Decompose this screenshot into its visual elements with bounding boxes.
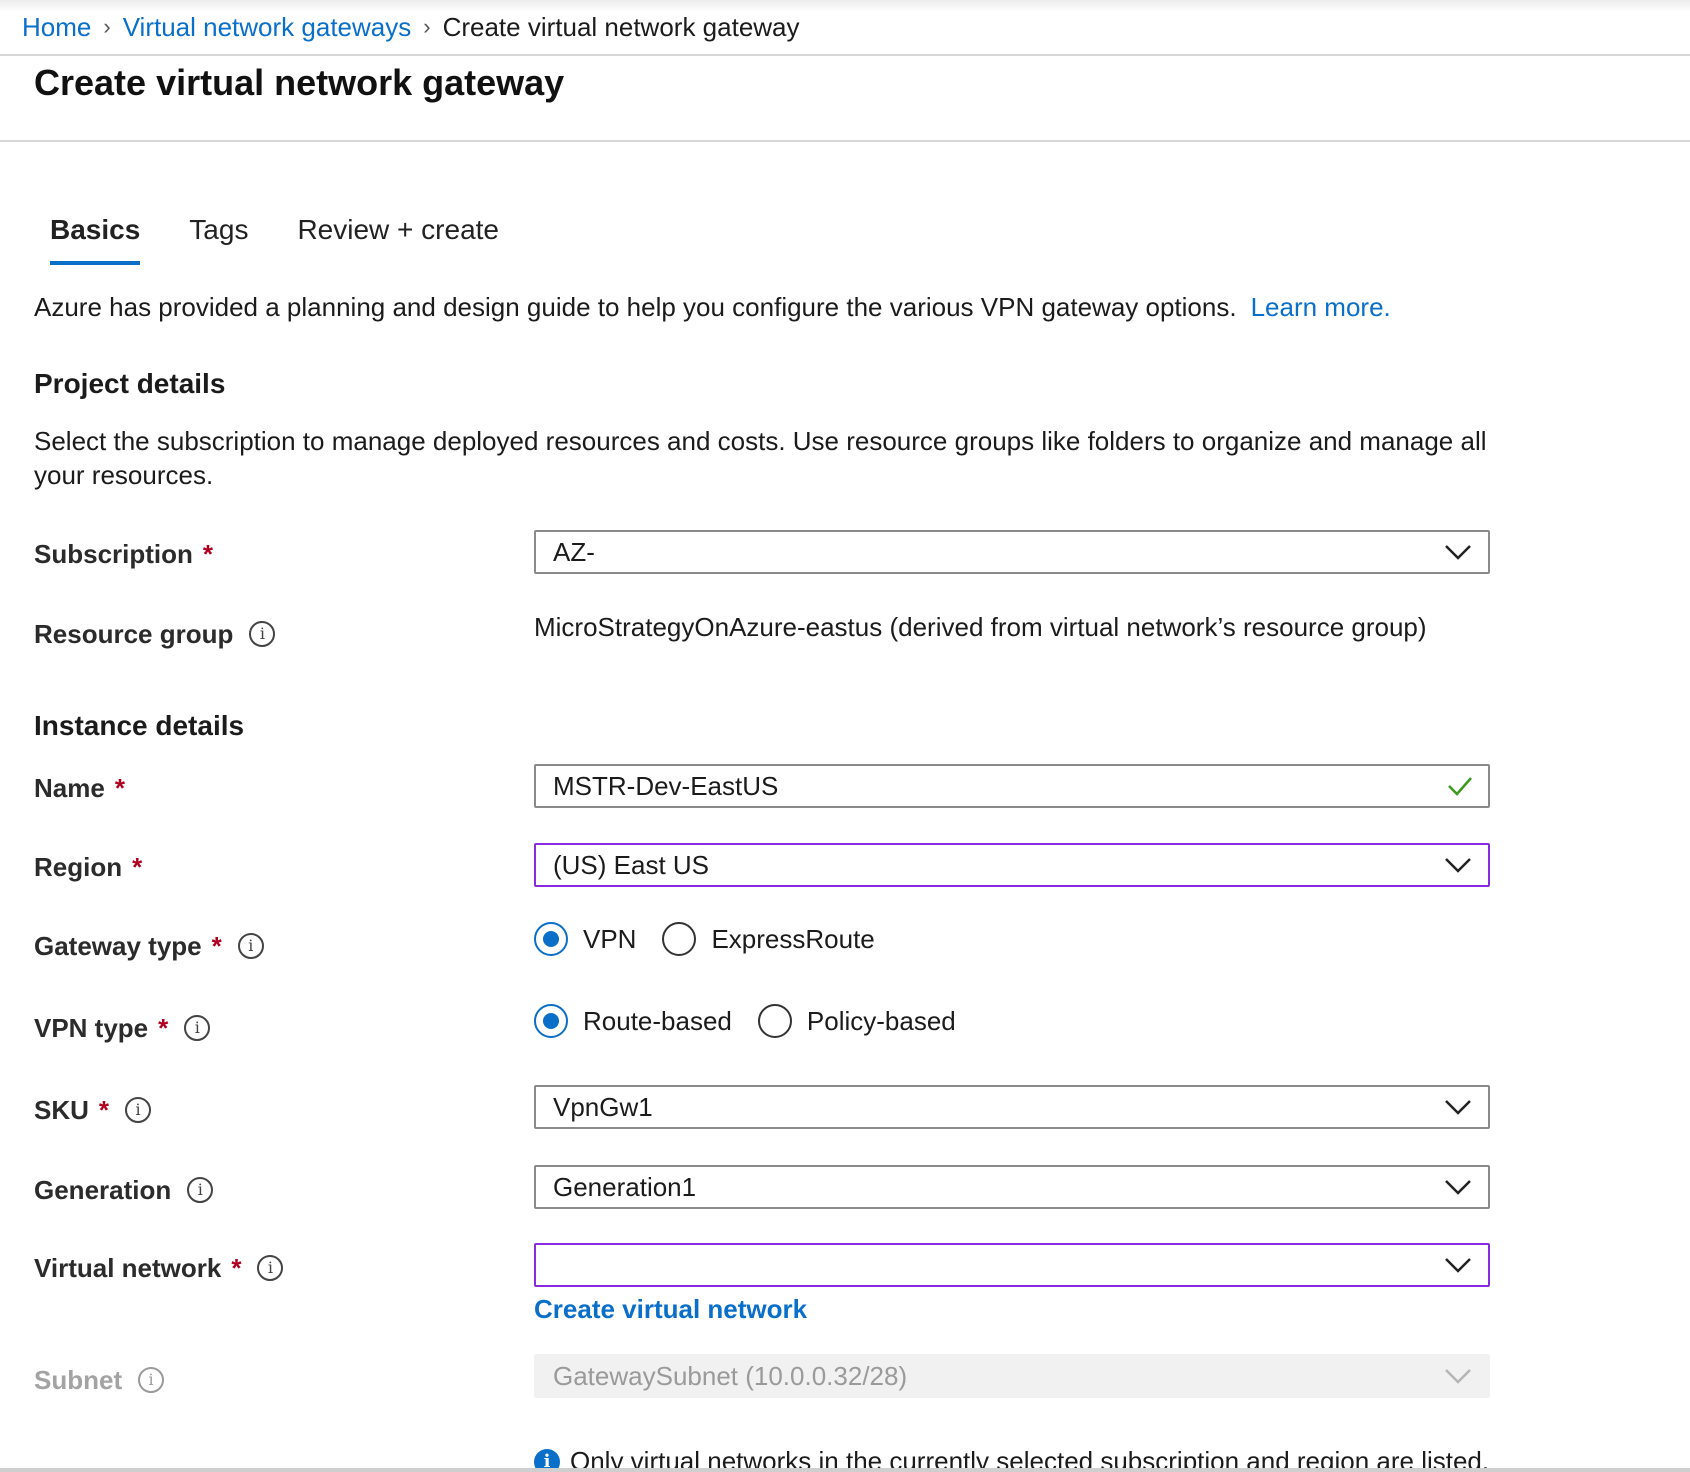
vpn-type-policy-based-radio[interactable] [757, 1004, 792, 1038]
generation-label-text: Generation [34, 1174, 172, 1205]
generation-label: Generation i [34, 1173, 214, 1207]
learn-more-link[interactable]: Learn more. [1251, 292, 1391, 322]
chevron-down-icon [1445, 1369, 1471, 1384]
info-icon[interactable]: i [257, 1255, 284, 1281]
vpn-type-route-based-radio[interactable] [534, 1004, 568, 1038]
gateway-type-vpn-label[interactable]: VPN [583, 924, 636, 955]
resource-group-value: MicroStrategyOnAzure-eastus (derived fro… [534, 612, 1427, 642]
gateway-type-label-text: Gateway type [34, 930, 202, 961]
sku-label: SKU * i [34, 1093, 152, 1127]
name-label-text: Name [34, 772, 105, 803]
name-value: MSTR-Dev-EastUS [553, 770, 779, 801]
project-details-heading: Project details [34, 368, 226, 399]
virtual-network-dropdown[interactable] [534, 1243, 1490, 1287]
bottom-divider [0, 1468, 1690, 1472]
region-label-text: Region [34, 851, 123, 882]
gateway-type-radio-group: VPN ExpressRoute [534, 922, 901, 956]
info-icon[interactable]: i [125, 1097, 152, 1123]
gateway-type-expressroute-label[interactable]: ExpressRoute [711, 924, 874, 955]
subnet-label: Subnet i [34, 1363, 165, 1397]
resource-group-label-text: Resource group [34, 618, 234, 649]
create-vnet-gateway-page: Home › Virtual network gateways › Create… [0, 0, 1690, 1472]
breadcrumb-home[interactable]: Home [22, 12, 91, 43]
page-title: Create virtual network gateway [34, 62, 565, 103]
gateway-type-expressroute-radio[interactable] [662, 922, 697, 956]
instance-details-heading: Instance details [34, 710, 245, 741]
tab-tags[interactable]: Tags [189, 214, 248, 246]
required-marker: * [132, 851, 143, 882]
chevron-down-icon [1445, 1258, 1471, 1273]
info-icon[interactable]: i [184, 1015, 211, 1041]
gateway-type-label: Gateway type * i [34, 929, 264, 963]
gateway-type-vpn-radio[interactable] [534, 922, 568, 956]
chevron-right-icon: › [103, 14, 111, 39]
checkmark-icon [1448, 777, 1472, 796]
generation-value: Generation1 [553, 1171, 697, 1202]
title-divider [0, 140, 1690, 142]
required-marker: * [158, 1012, 169, 1043]
subscription-label: Subscription * [34, 537, 213, 571]
subscription-label-text: Subscription [34, 538, 193, 569]
chevron-down-icon [1445, 545, 1471, 560]
region-dropdown[interactable]: (US) East US [534, 843, 1490, 887]
required-marker: * [98, 1094, 110, 1125]
info-icon[interactable]: i [237, 933, 264, 959]
chevron-down-icon [1445, 1180, 1471, 1195]
subnet-value: GatewaySubnet (10.0.0.32/28) [553, 1360, 908, 1391]
create-virtual-network-link[interactable]: Create virtual network [534, 1294, 807, 1325]
name-label: Name * [34, 771, 125, 805]
top-bar: Home › Virtual network gateways › Create… [0, 0, 1690, 56]
guide-description: Azure has provided a planning and design… [34, 292, 1237, 322]
tab-review-create[interactable]: Review + create [297, 214, 499, 246]
vpn-type-label: VPN type * i [34, 1011, 211, 1045]
required-marker: * [211, 930, 222, 961]
required-marker: * [114, 772, 125, 803]
breadcrumb-current: Create virtual network gateway [442, 11, 800, 42]
vpn-type-radio-group: Route-based Policy-based [534, 1004, 982, 1038]
name-input[interactable]: MSTR-Dev-EastUS [534, 764, 1490, 808]
tab-basics[interactable]: Basics [50, 214, 141, 265]
vpn-type-policy-based-label[interactable]: Policy-based [807, 1006, 956, 1037]
subnet-dropdown: GatewaySubnet (10.0.0.32/28) [534, 1354, 1490, 1398]
chevron-down-icon [1445, 858, 1471, 873]
breadcrumb: Home › Virtual network gateways › Create… [22, 12, 800, 42]
tab-bar: Basics Tags Review + create [50, 214, 548, 265]
sku-value: VpnGw1 [553, 1091, 653, 1122]
chevron-right-icon: › [423, 14, 431, 39]
project-description: Select the subscription to manage deploy… [34, 426, 1487, 490]
subscription-dropdown[interactable]: AZ- [534, 530, 1490, 574]
vpn-type-route-based-label[interactable]: Route-based [583, 1006, 732, 1037]
generation-dropdown[interactable]: Generation1 [534, 1165, 1490, 1209]
subscription-value: AZ- [553, 536, 595, 567]
required-marker: * [202, 538, 214, 569]
subnet-label-text: Subnet [34, 1364, 123, 1395]
sku-dropdown[interactable]: VpnGw1 [534, 1085, 1490, 1129]
chevron-down-icon [1445, 1100, 1471, 1115]
resource-group-label: Resource group i [34, 617, 276, 651]
info-icon[interactable]: i [249, 621, 276, 647]
region-value: (US) East US [553, 849, 710, 880]
info-icon[interactable]: i [138, 1367, 165, 1393]
info-icon[interactable]: i [187, 1177, 214, 1203]
region-label: Region * [34, 850, 142, 884]
virtual-network-label: Virtual network * i [34, 1251, 284, 1285]
sku-label-text: SKU [34, 1094, 89, 1125]
breadcrumb-virtual-network-gateways[interactable]: Virtual network gateways [123, 12, 412, 43]
required-marker: * [231, 1252, 242, 1283]
virtual-network-label-text: Virtual network [34, 1252, 222, 1283]
vpn-type-label-text: VPN type [34, 1012, 149, 1043]
guide-text: Azure has provided a planning and design… [34, 292, 1391, 323]
